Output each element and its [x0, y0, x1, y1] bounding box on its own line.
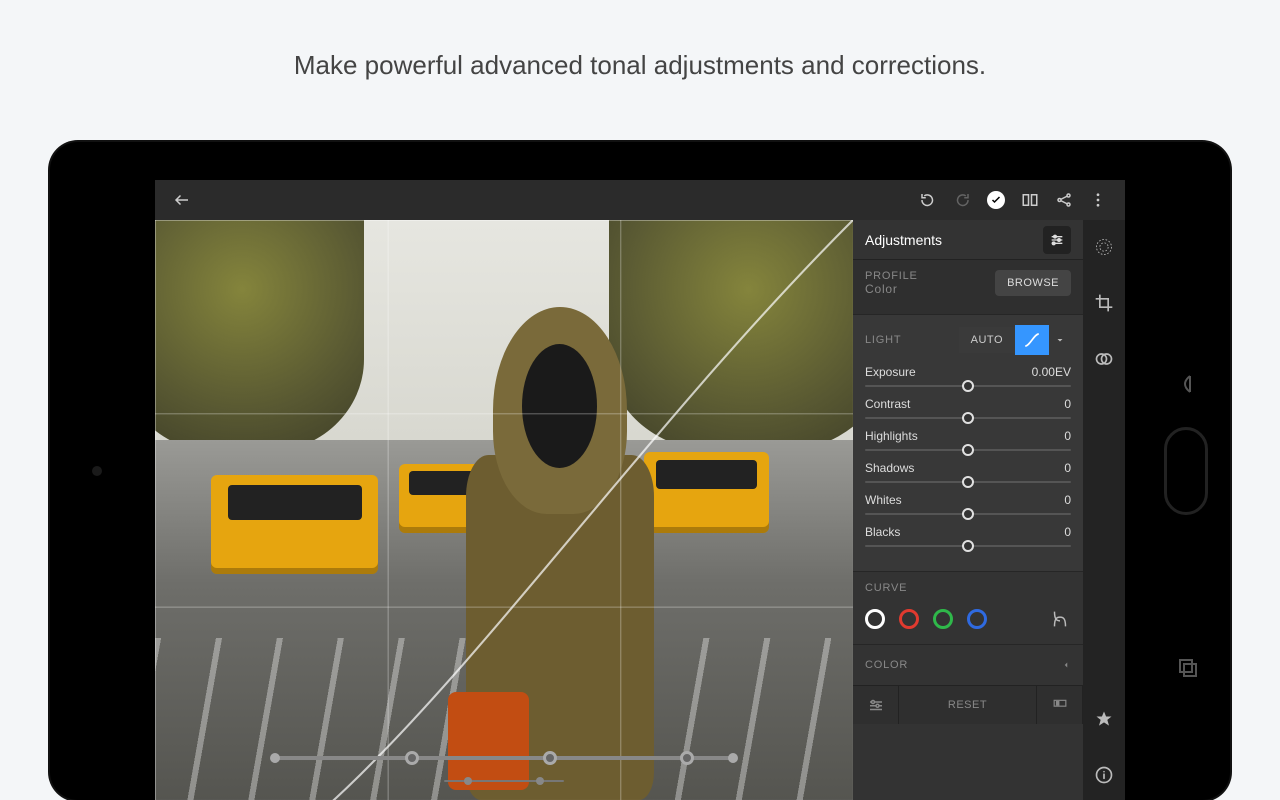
light-mode-dropdown[interactable] [1049, 325, 1071, 355]
parametric-curve-icon[interactable] [1049, 608, 1071, 630]
curve-heading: CURVE [865, 582, 1071, 594]
share-button[interactable] [1047, 183, 1081, 217]
reset-button[interactable]: RESET [899, 686, 1037, 724]
radial-gradient-tool[interactable] [1091, 234, 1117, 260]
tone-region-slider[interactable] [275, 756, 733, 760]
tone-curve-toggle[interactable] [1015, 325, 1049, 355]
light-section: LIGHT AUTO Exposure0.00EVContrast0Highli… [853, 315, 1083, 572]
light-heading: LIGHT [865, 334, 901, 346]
slider-value: 0 [1064, 525, 1071, 539]
slider-exposure[interactable]: Exposure 0.00EV [865, 365, 1071, 387]
profile-value: Color [865, 282, 918, 296]
browse-profiles-button[interactable]: BROWSE [995, 270, 1071, 296]
adjustments-panel: Adjustments PROFILE Color BROWSE [853, 220, 1083, 800]
adjustments-settings-button[interactable] [1043, 226, 1071, 254]
confirm-button[interactable] [979, 183, 1013, 217]
slider-thumb[interactable] [962, 380, 974, 392]
slider-thumb[interactable] [962, 540, 974, 552]
slider-value: 0 [1064, 429, 1071, 443]
app-bar [155, 180, 1125, 220]
color-mix-tool[interactable] [1091, 346, 1117, 372]
profile-heading: PROFILE [865, 270, 918, 282]
color-heading: COLOR [865, 659, 908, 671]
auto-button[interactable]: AUTO [959, 327, 1015, 353]
tablet-camera [92, 466, 102, 476]
slider-thumb[interactable] [962, 508, 974, 520]
slider-thumb[interactable] [962, 412, 974, 424]
page-caption: Make powerful advanced tonal adjustments… [0, 0, 1280, 81]
slider-highlights[interactable]: Highlights 0 [865, 429, 1071, 451]
compare-button[interactable] [1013, 183, 1047, 217]
profile-section: PROFILE Color BROWSE [853, 260, 1083, 315]
curve-channel-green[interactable] [933, 609, 953, 629]
slider-label: Highlights [865, 429, 918, 443]
info-button[interactable] [1091, 762, 1117, 788]
slider-label: Exposure [865, 365, 916, 379]
slider-value: 0 [1064, 493, 1071, 507]
photo-preview [155, 220, 853, 800]
slider-thumb[interactable] [962, 476, 974, 488]
app-screen: Adjustments PROFILE Color BROWSE [155, 180, 1125, 800]
slider-value: 0.00EV [1032, 365, 1071, 379]
color-section-header[interactable]: COLOR [853, 645, 1083, 686]
slider-value: 0 [1064, 461, 1071, 475]
slider-value: 0 [1064, 397, 1071, 411]
filmstrip-scrollbar[interactable] [444, 780, 564, 782]
slider-shadows[interactable]: Shadows 0 [865, 461, 1071, 483]
tablet-home-button[interactable] [1164, 427, 1208, 515]
tablet-frame: Adjustments PROFILE Color BROWSE [50, 142, 1230, 800]
slider-thumb[interactable] [962, 444, 974, 456]
slider-blacks[interactable]: Blacks 0 [865, 525, 1071, 547]
slider-label: Blacks [865, 525, 900, 539]
slider-label: Contrast [865, 397, 910, 411]
curve-channel-luma[interactable] [865, 609, 885, 629]
overflow-menu[interactable] [1081, 183, 1115, 217]
previous-versions-button[interactable] [853, 686, 899, 724]
slider-label: Shadows [865, 461, 914, 475]
rate-star-button[interactable] [1091, 706, 1117, 732]
panel-title: Adjustments [865, 232, 942, 248]
tablet-softkey-recent[interactable] [1176, 656, 1200, 680]
presets-button[interactable] [1037, 686, 1083, 724]
slider-contrast[interactable]: Contrast 0 [865, 397, 1071, 419]
redo-button[interactable] [911, 183, 945, 217]
panel-footer: RESET [853, 686, 1083, 724]
curve-channel-red[interactable] [899, 609, 919, 629]
back-button[interactable] [165, 183, 199, 217]
crop-tool[interactable] [1091, 290, 1117, 316]
curve-channel-blue[interactable] [967, 609, 987, 629]
slider-whites[interactable]: Whites 0 [865, 493, 1071, 515]
slider-label: Whites [865, 493, 902, 507]
image-canvas[interactable] [155, 220, 853, 800]
undo-button[interactable] [945, 183, 979, 217]
tool-rail [1083, 220, 1125, 800]
tablet-softkey-back[interactable] [1176, 372, 1200, 396]
curve-section: CURVE [853, 572, 1083, 645]
